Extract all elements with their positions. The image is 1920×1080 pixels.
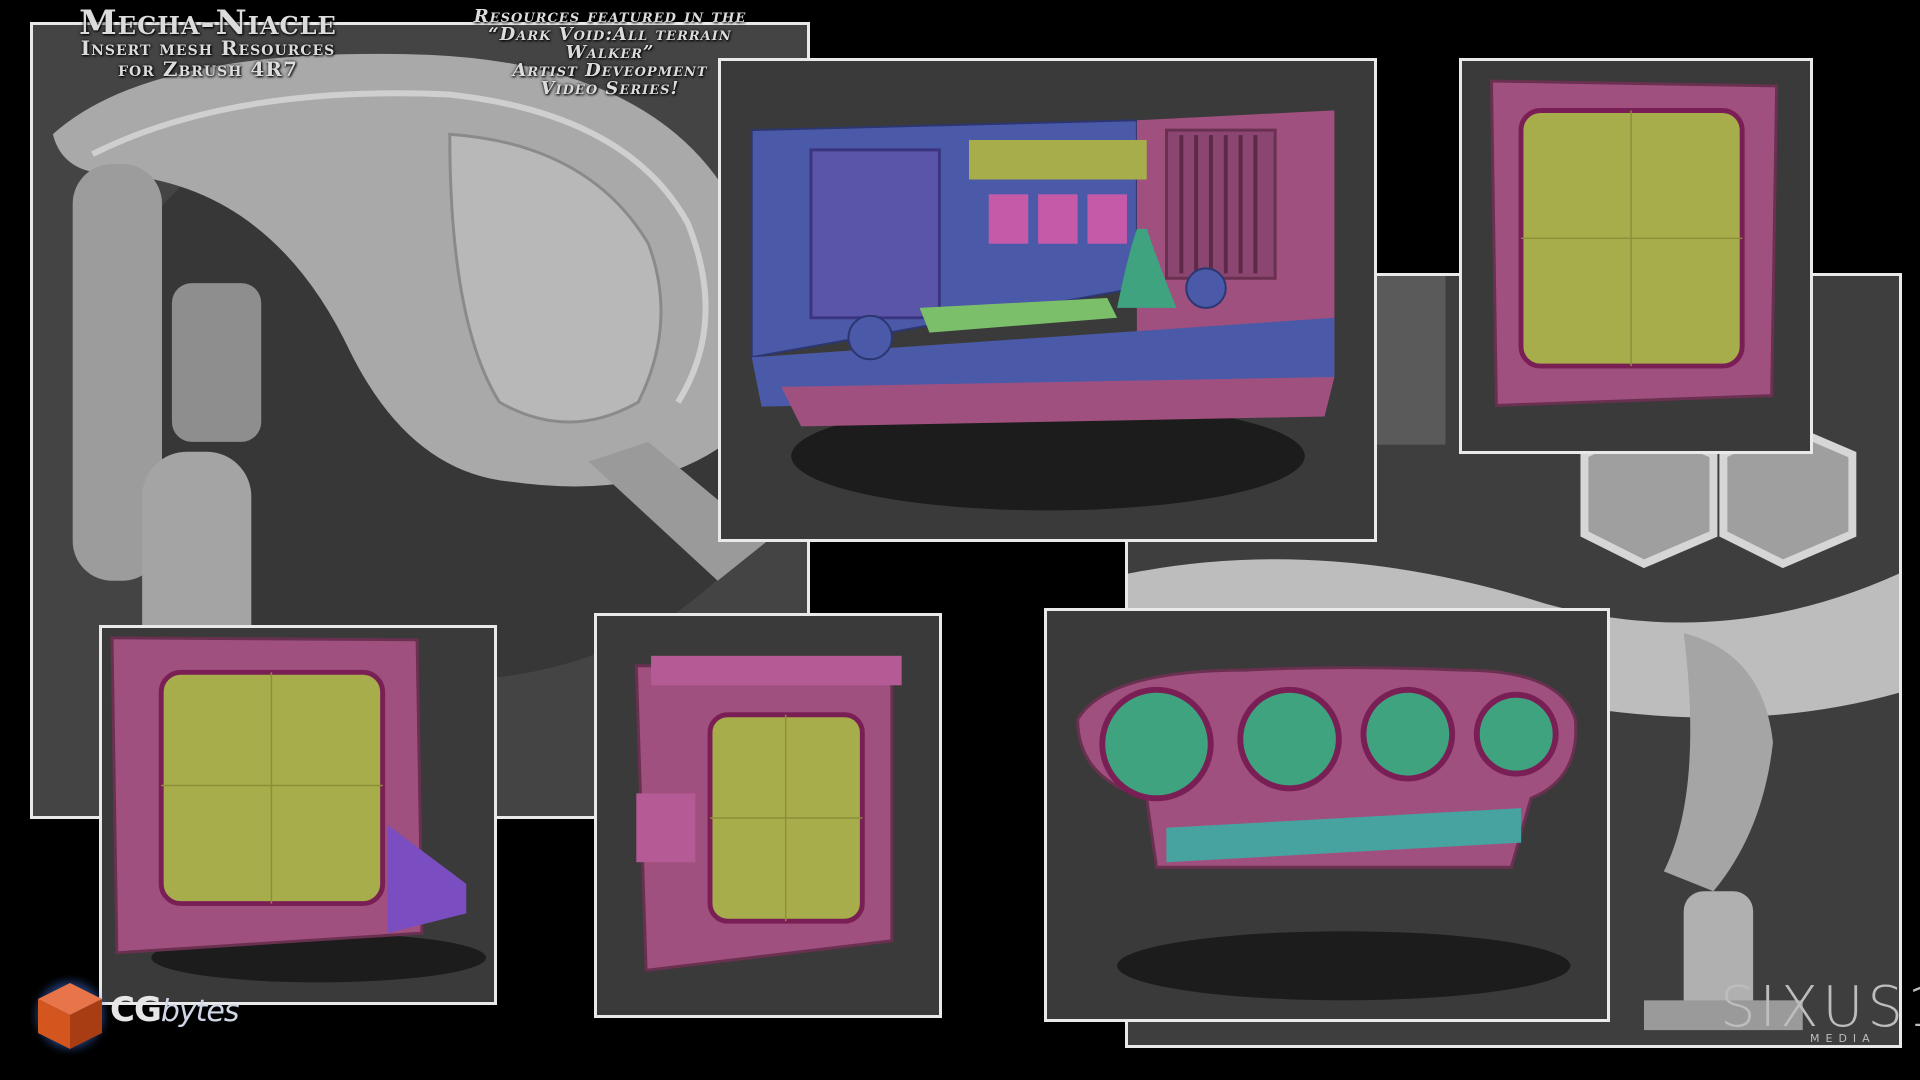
cg-bytes-logo-text: CGbytes bbox=[110, 990, 240, 1030]
screen-left-mesh-render bbox=[102, 628, 494, 1002]
gauge-cluster-mesh-render bbox=[1048, 611, 1606, 1019]
promo-line-5: Video Series! bbox=[540, 78, 680, 99]
sixus1-media-text: MEDIA bbox=[1810, 1032, 1876, 1045]
page-subtitle: Insert mesh Resources for Zbrush 4R7 bbox=[38, 38, 378, 80]
render-panel-gauges bbox=[1044, 608, 1610, 1022]
frame-mesh-render bbox=[1462, 61, 1810, 451]
render-panel-screen-left bbox=[99, 625, 497, 1005]
sixus1-logo-text: SIXUS1 bbox=[1720, 975, 1920, 1040]
screen-middle-mesh-render bbox=[597, 616, 939, 1015]
console-mesh-render bbox=[722, 61, 1373, 539]
promo-text: Resources featured in the “Dark Void:All… bbox=[415, 8, 805, 98]
render-panel-screen-middle bbox=[594, 613, 942, 1018]
cg-cube-icon bbox=[36, 981, 104, 1049]
subtitle-line-2: for Zbrush 4R7 bbox=[118, 57, 298, 81]
subtitle-line-1: Insert mesh Resources bbox=[80, 36, 336, 60]
render-panel-console bbox=[718, 58, 1377, 542]
render-panel-frame bbox=[1459, 58, 1813, 454]
